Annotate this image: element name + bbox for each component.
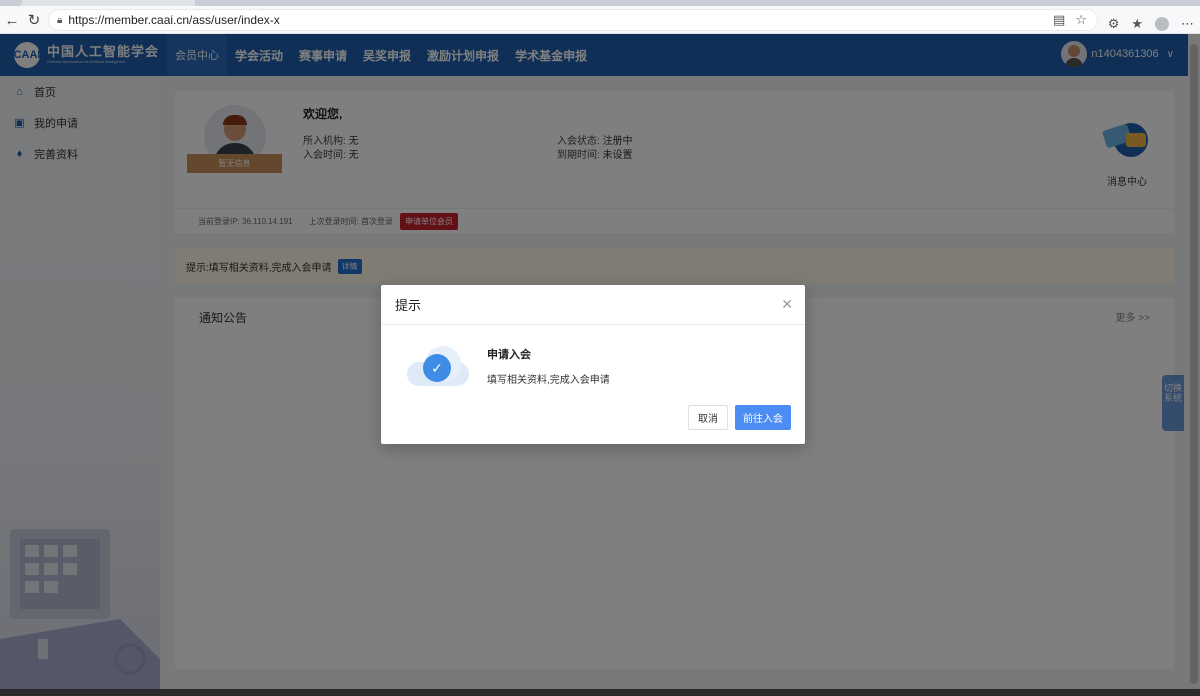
- reload-icon[interactable]: ↻: [24, 10, 44, 30]
- cancel-button[interactable]: 取消: [688, 405, 728, 430]
- success-illustration: ✓: [403, 340, 473, 394]
- favorite-star-icon[interactable]: ☆: [1075, 12, 1087, 28]
- browser-toolbar: ← ↻ 🔒︎ https://member.caai.cn/ass/user/i…: [0, 6, 1200, 34]
- dialog-title: 提示: [381, 285, 805, 325]
- prompt-dialog: 提示 ✕ ✓ 申请入会 填写相关资料,完成入会申请 取消 前往入会: [381, 285, 805, 444]
- url-text: https://member.caai.cn/ass/user/index-x: [68, 13, 280, 27]
- more-menu-icon[interactable]: ⋯: [1181, 16, 1194, 32]
- address-bar[interactable]: 🔒︎ https://member.caai.cn/ass/user/index…: [48, 9, 1098, 31]
- favorites-icon[interactable]: ★: [1131, 16, 1143, 32]
- back-icon[interactable]: ←: [2, 10, 22, 30]
- join-now-button[interactable]: 前往入会: [735, 405, 791, 430]
- taskbar-edge: [0, 689, 1200, 696]
- extensions-icon[interactable]: ⚙: [1108, 16, 1120, 32]
- close-icon[interactable]: ✕: [781, 296, 793, 313]
- dialog-heading: 申请入会: [487, 349, 531, 361]
- check-icon: ✓: [423, 354, 451, 382]
- reader-mode-icon[interactable]: ▤: [1053, 12, 1065, 28]
- dialog-message: 填写相关资料,完成入会申请: [487, 375, 610, 386]
- profile-icon[interactable]: [1155, 17, 1169, 31]
- lock-icon: 🔒︎: [57, 14, 63, 26]
